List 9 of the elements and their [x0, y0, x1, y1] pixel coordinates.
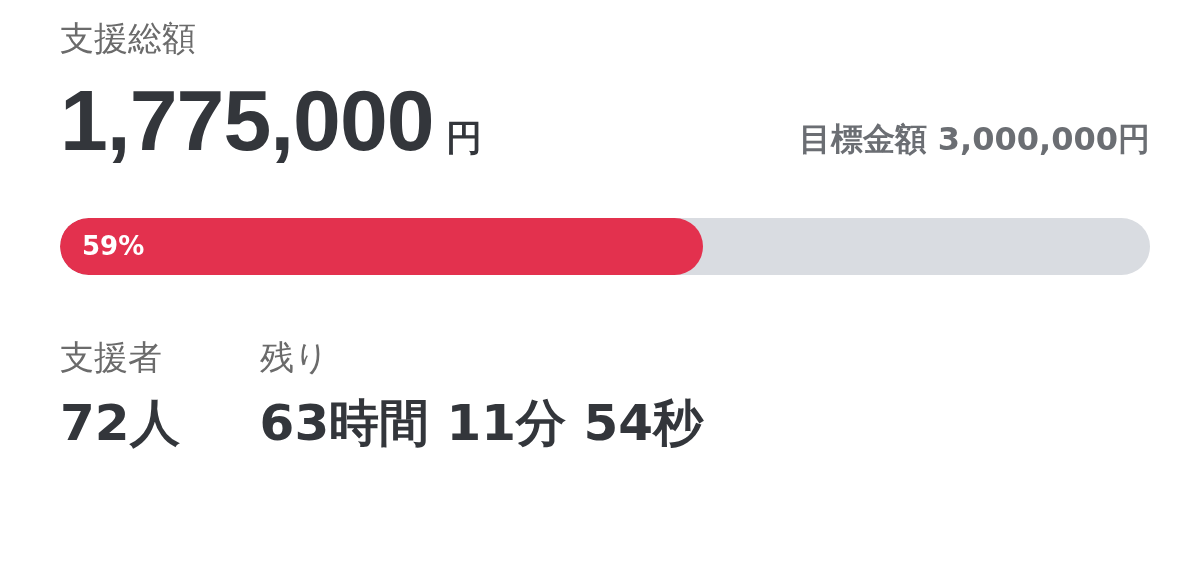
goal-amount: 目標金額 3,000,000円	[798, 119, 1150, 160]
total-label: 支援総額	[60, 17, 197, 60]
stat-value: 63時間 11分 54秒	[259, 393, 704, 454]
stat-label: 支援者	[60, 336, 163, 379]
progress-percent: 59%	[82, 230, 145, 263]
currency-unit: 円	[445, 116, 482, 160]
total-amount: 1,775,000	[60, 71, 434, 170]
stat-label: 残り	[259, 336, 330, 379]
stat-value: 72人	[60, 393, 180, 454]
